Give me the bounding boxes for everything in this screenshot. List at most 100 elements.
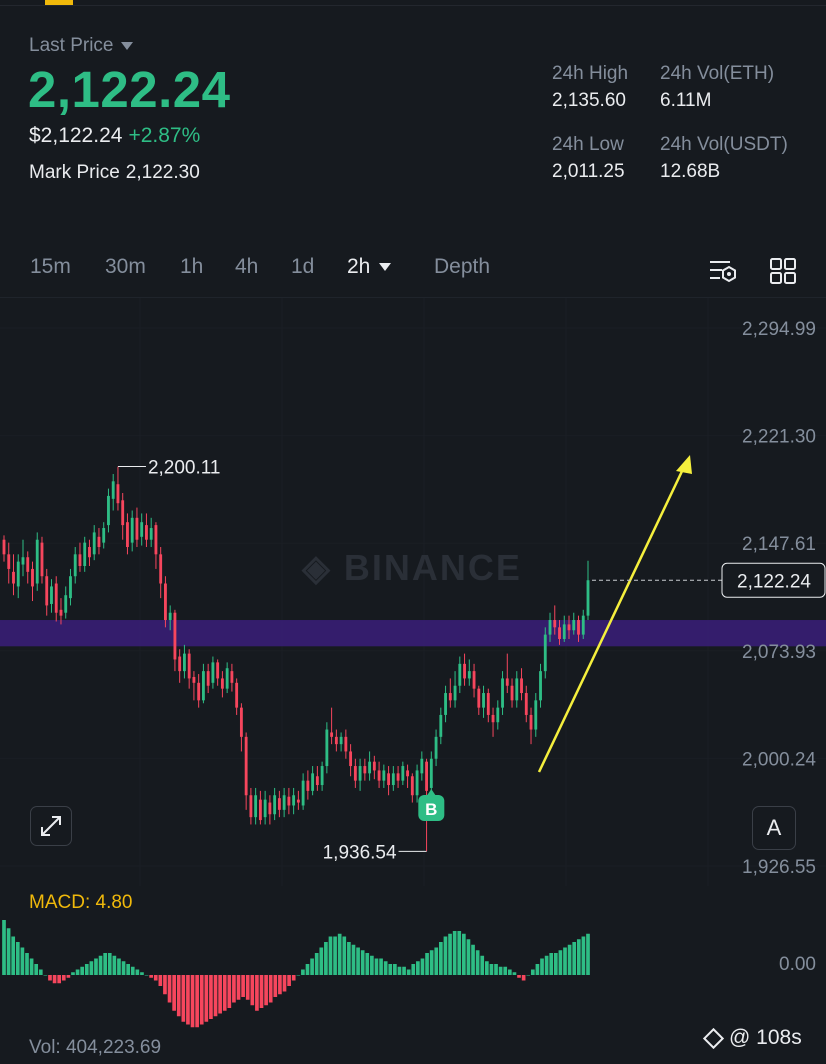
tab-30m[interactable]: 30m: [105, 255, 146, 279]
candle: [26, 557, 30, 572]
candle: [387, 773, 391, 786]
macd-bar: [484, 961, 489, 975]
candle: [287, 796, 291, 806]
candle: [135, 517, 139, 540]
stat-label: 24h High: [552, 63, 629, 84]
tab-15m[interactable]: 15m: [30, 255, 71, 279]
macd-bar: [89, 961, 94, 975]
candle: [439, 714, 443, 737]
candle: [320, 766, 324, 786]
macd-bar: [567, 944, 572, 975]
candle: [410, 776, 414, 796]
tab-depth[interactable]: Depth: [434, 255, 490, 279]
macd-bar: [503, 966, 508, 975]
candle: [35, 539, 39, 584]
candlestick-chart[interactable]: ◈ BINANCE 2,200.11 1,936.54 B 2,122.24 2,294.…: [0, 298, 826, 1064]
candle: [97, 536, 101, 548]
candle: [88, 547, 91, 558]
macd-bar: [416, 961, 420, 975]
y-tick-label: 2,000.24: [742, 749, 816, 770]
macd-bar: [204, 975, 209, 1022]
caret-down-icon: [379, 263, 392, 272]
grid-icon[interactable]: [768, 256, 798, 286]
candle: [382, 770, 386, 781]
macd-bar: [273, 975, 278, 997]
macd-bar: [374, 958, 379, 975]
macd-bar: [544, 955, 549, 975]
candle: [306, 780, 310, 791]
macd-zero-label: 0.00: [779, 954, 816, 975]
macd-bar: [526, 975, 531, 976]
candle: [173, 612, 177, 660]
candle: [92, 532, 96, 555]
macd-bar: [199, 975, 204, 1025]
expand-icon: [41, 816, 61, 836]
macd-bar: [370, 955, 374, 975]
y-tick-label: 2,221.30: [742, 427, 816, 448]
macd-bar: [301, 969, 305, 975]
macd-bar: [360, 950, 365, 975]
tab-4h[interactable]: 4h: [235, 255, 258, 279]
macd-bar: [218, 975, 222, 1014]
candle: [562, 624, 566, 640]
candle: [31, 568, 34, 587]
candle: [463, 663, 466, 679]
macd-bar: [572, 942, 577, 975]
macd-bar: [305, 964, 310, 975]
macd-bar: [581, 936, 586, 975]
candle: [121, 500, 125, 526]
candle: [524, 693, 528, 715]
refresh-timer: @ 108s: [702, 1026, 802, 1050]
candle: [344, 736, 348, 752]
macd-label: MACD: 4.80: [29, 892, 133, 913]
macd-bar: [2, 920, 6, 975]
candle: [581, 615, 585, 635]
macd-bar: [521, 975, 526, 981]
macd-bar: [439, 942, 443, 975]
macd-bar: [153, 975, 158, 981]
macd-bar: [397, 966, 402, 975]
chart-settings-icon[interactable]: [708, 256, 738, 286]
candle: [501, 678, 504, 708]
macd-bar: [80, 966, 85, 975]
candle: [102, 528, 106, 543]
current-price-label: 2,122.24: [737, 571, 811, 592]
usd-price-row: $2,122.24 +2.87%: [29, 124, 200, 148]
candle: [434, 736, 438, 759]
tab-2h[interactable]: 2h: [347, 255, 392, 279]
candle: [50, 586, 53, 604]
macd-bar: [425, 953, 429, 975]
macd-bar: [411, 964, 416, 975]
mark-price-label: Mark Price: [29, 162, 120, 183]
buy-marker-label: B: [425, 800, 437, 819]
candle: [178, 656, 182, 672]
macd-bar: [462, 933, 466, 975]
macd-bar: [250, 975, 255, 1006]
macd-bar: [443, 936, 448, 975]
candle: [391, 773, 395, 786]
macd-bar: [558, 950, 563, 975]
macd-bar: [135, 969, 140, 975]
macd-bar: [38, 969, 43, 975]
tab-1h[interactable]: 1h: [180, 255, 203, 279]
top-divider: [0, 5, 826, 6]
macd-bar: [466, 939, 471, 975]
stat-value: 12.68B: [660, 161, 721, 182]
macd-bar: [107, 953, 112, 975]
candle: [140, 522, 144, 537]
last-price-selector[interactable]: Last Price: [29, 35, 134, 57]
candle: [415, 770, 419, 796]
macd-bar: [342, 936, 347, 975]
macd-bar: [333, 936, 337, 975]
macd-bar: [57, 975, 62, 984]
candle: [529, 714, 533, 730]
tab-1d[interactable]: 1d: [291, 255, 314, 279]
candle: [396, 773, 400, 781]
auto-scale-button[interactable]: A: [752, 806, 796, 850]
binance-icon: [702, 1027, 725, 1050]
macd-bar: [190, 975, 195, 1028]
expand-button[interactable]: [30, 806, 72, 846]
watermark: ◈ BINANCE: [301, 547, 522, 588]
macd-bar: [314, 953, 319, 975]
candle: [220, 678, 224, 689]
